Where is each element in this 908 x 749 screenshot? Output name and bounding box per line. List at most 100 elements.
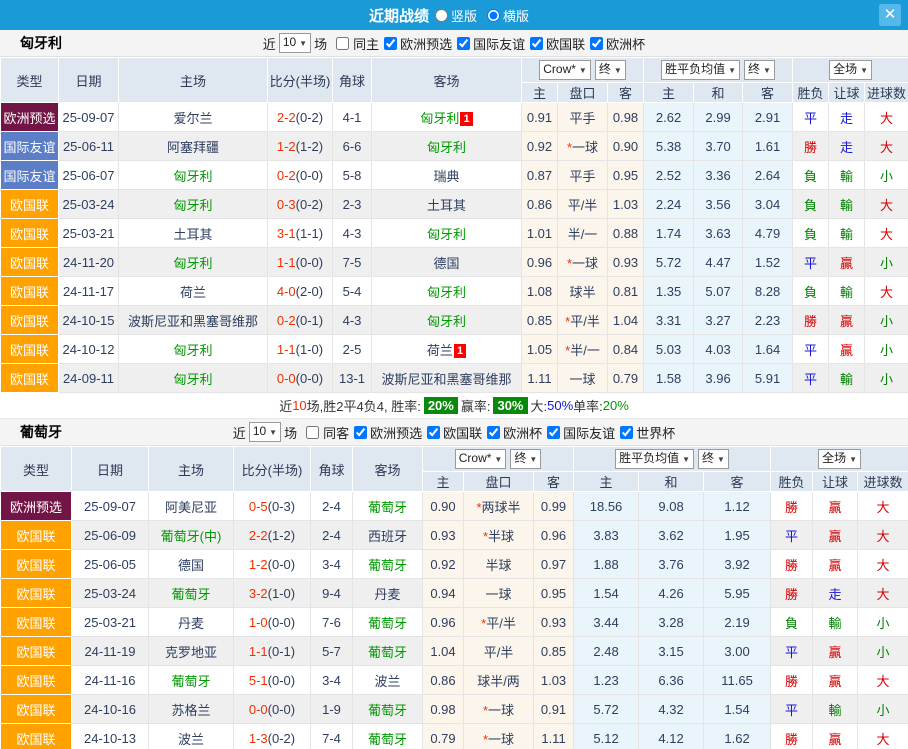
handicap-line: 一球 [558,364,608,393]
goals-verdict-text: 大 [877,500,890,515]
same-venue-checkbox[interactable] [336,37,349,50]
goals-verdict-text: 大 [877,558,890,573]
header-select-row: 类型日期主场比分(半场)角球客场Crow*▼终▼胜平负均值▼终▼全场▼ [1,58,908,83]
close-button[interactable]: ✕ [879,4,901,26]
handicap-line: 球半/两 [464,666,534,695]
col-goals-header: 进球数 [865,83,908,103]
home-team: 阿塞拜疆 [119,132,268,161]
col-score-header: 比分(半场) [268,58,333,103]
col-home-header: 主场 [149,447,234,492]
chevron-down-icon: ▼ [717,455,725,464]
away-team-name: 匈牙利 [420,111,459,126]
col-away-header: 客场 [353,447,423,492]
away-odds: 0.81 [608,277,644,306]
away-team: 土耳其 [372,190,522,219]
summary-segment-1: 10 [292,398,306,413]
handicap-verdict-text: 輸 [840,227,853,242]
league-badge: 欧国联 [1,190,59,219]
near-label: 近 [263,34,276,53]
handicap-verdict-text: 輸 [840,198,853,213]
home-team-name: 匈牙利 [173,169,212,184]
horizontal-radio[interactable] [487,9,500,22]
score-cell: 5-1(0-0) [234,666,311,695]
handicap-verdict: 贏 [829,248,865,277]
result-verdict: 平 [793,335,829,364]
layout-vertical-option[interactable]: 竖版 [435,6,477,25]
handicap-text: 半球 [485,558,511,573]
match-row: 欧国联24-10-16苏格兰0-0(0-0)1-9葡萄牙0.98*一球0.915… [1,695,908,724]
avg-away-odds: 5.91 [743,364,793,393]
home-team-name: 荷兰 [180,285,206,300]
away-odds: 1.03 [534,666,574,695]
sub-avg-draw-header: 和 [694,83,743,103]
corner-count: 2-4 [311,521,353,550]
fulltime-select[interactable]: 全场▼ [818,449,861,469]
competition-label-4: 世界杯 [636,423,675,442]
fulltime-score: 3-1 [277,226,296,241]
handicap-text: 半/一 [568,227,598,242]
match-date: 24-09-11 [59,364,119,393]
score-cell: 4-0(2-0) [268,277,333,306]
home-odds: 0.87 [522,161,558,190]
match-count-select[interactable]: 10▼ [279,33,311,53]
vertical-radio[interactable] [435,9,448,22]
competition-checkbox-3[interactable] [547,426,560,439]
col-corner-header: 角球 [311,447,353,492]
away-team-name: 瑞典 [433,169,459,184]
same-venue-checkbox[interactable] [306,426,319,439]
avg-odds-select[interactable]: 胜平负均值▼ [661,60,740,80]
goals-verdict: 小 [865,306,908,335]
handicap-verdict: 輸 [813,695,858,724]
result-verdict: 平 [771,637,813,666]
sub-avg-away-header: 客 [704,472,771,492]
avg-odds-select[interactable]: 胜平负均值▼ [615,449,694,469]
final-avg-select[interactable]: 终▼ [698,449,729,469]
competition-label-3: 国际友谊 [563,423,615,442]
handicap-verdict-text: 走 [829,587,842,602]
competition-checkbox-2[interactable] [530,37,543,50]
away-odds: 0.93 [608,248,644,277]
chevron-down-icon: ▼ [529,455,537,464]
avg-home-odds: 2.52 [644,161,694,190]
result-verdict-text: 勝 [785,674,798,689]
handicap-text: 一球 [488,732,514,747]
goals-verdict-text: 小 [877,703,890,718]
final-odds-select[interactable]: 终▼ [595,60,626,80]
handicap-verdict-text: 輸 [840,169,853,184]
home-team-name: 波斯尼亚和黑塞哥维那 [128,314,258,329]
handicap-line: *半/一 [558,335,608,364]
competition-checkbox-1[interactable] [457,37,470,50]
score-cell: 3-1(1-1) [268,219,333,248]
competition-checkbox-2[interactable] [487,426,500,439]
competition-checkbox-3[interactable] [590,37,603,50]
away-odds: 0.95 [534,579,574,608]
layout-horizontal-option[interactable]: 横版 [487,6,529,25]
away-odds: 0.84 [608,335,644,364]
bookmaker-select[interactable]: Crow*▼ [455,449,507,469]
home-team: 土耳其 [119,219,268,248]
halftime-score: (1-2) [296,139,323,154]
away-team: 匈牙利 [372,132,522,161]
competition-checkbox-4[interactable] [620,426,633,439]
competition-checkbox-0[interactable] [354,426,367,439]
fulltime-select[interactable]: 全场▼ [829,60,872,80]
handicap-verdict-text: 贏 [840,314,853,329]
competition-checkbox-1[interactable] [427,426,440,439]
result-verdict-text: 勝 [785,732,798,747]
fulltime-score: 1-1 [277,255,296,270]
result-verdict: 勝 [771,724,813,749]
bookmaker-select[interactable]: Crow*▼ [539,60,591,80]
result-verdict: 勝 [771,666,813,695]
avg-draw-odds: 9.08 [639,492,704,521]
match-count-select[interactable]: 10▼ [249,422,281,442]
halftime-score: (1-1) [296,226,323,241]
match-date: 25-03-24 [72,579,149,608]
corner-count: 6-6 [333,132,372,161]
fulltime-score: 0-0 [249,702,268,717]
final-odds-select[interactable]: 终▼ [510,449,541,469]
final-avg-select[interactable]: 终▼ [744,60,775,80]
bookmaker-select-value: Crow* [543,62,576,76]
summary-segment-8: 单率: [573,396,603,415]
competition-checkbox-0[interactable] [384,37,397,50]
handicap-text: 球半 [569,285,595,300]
